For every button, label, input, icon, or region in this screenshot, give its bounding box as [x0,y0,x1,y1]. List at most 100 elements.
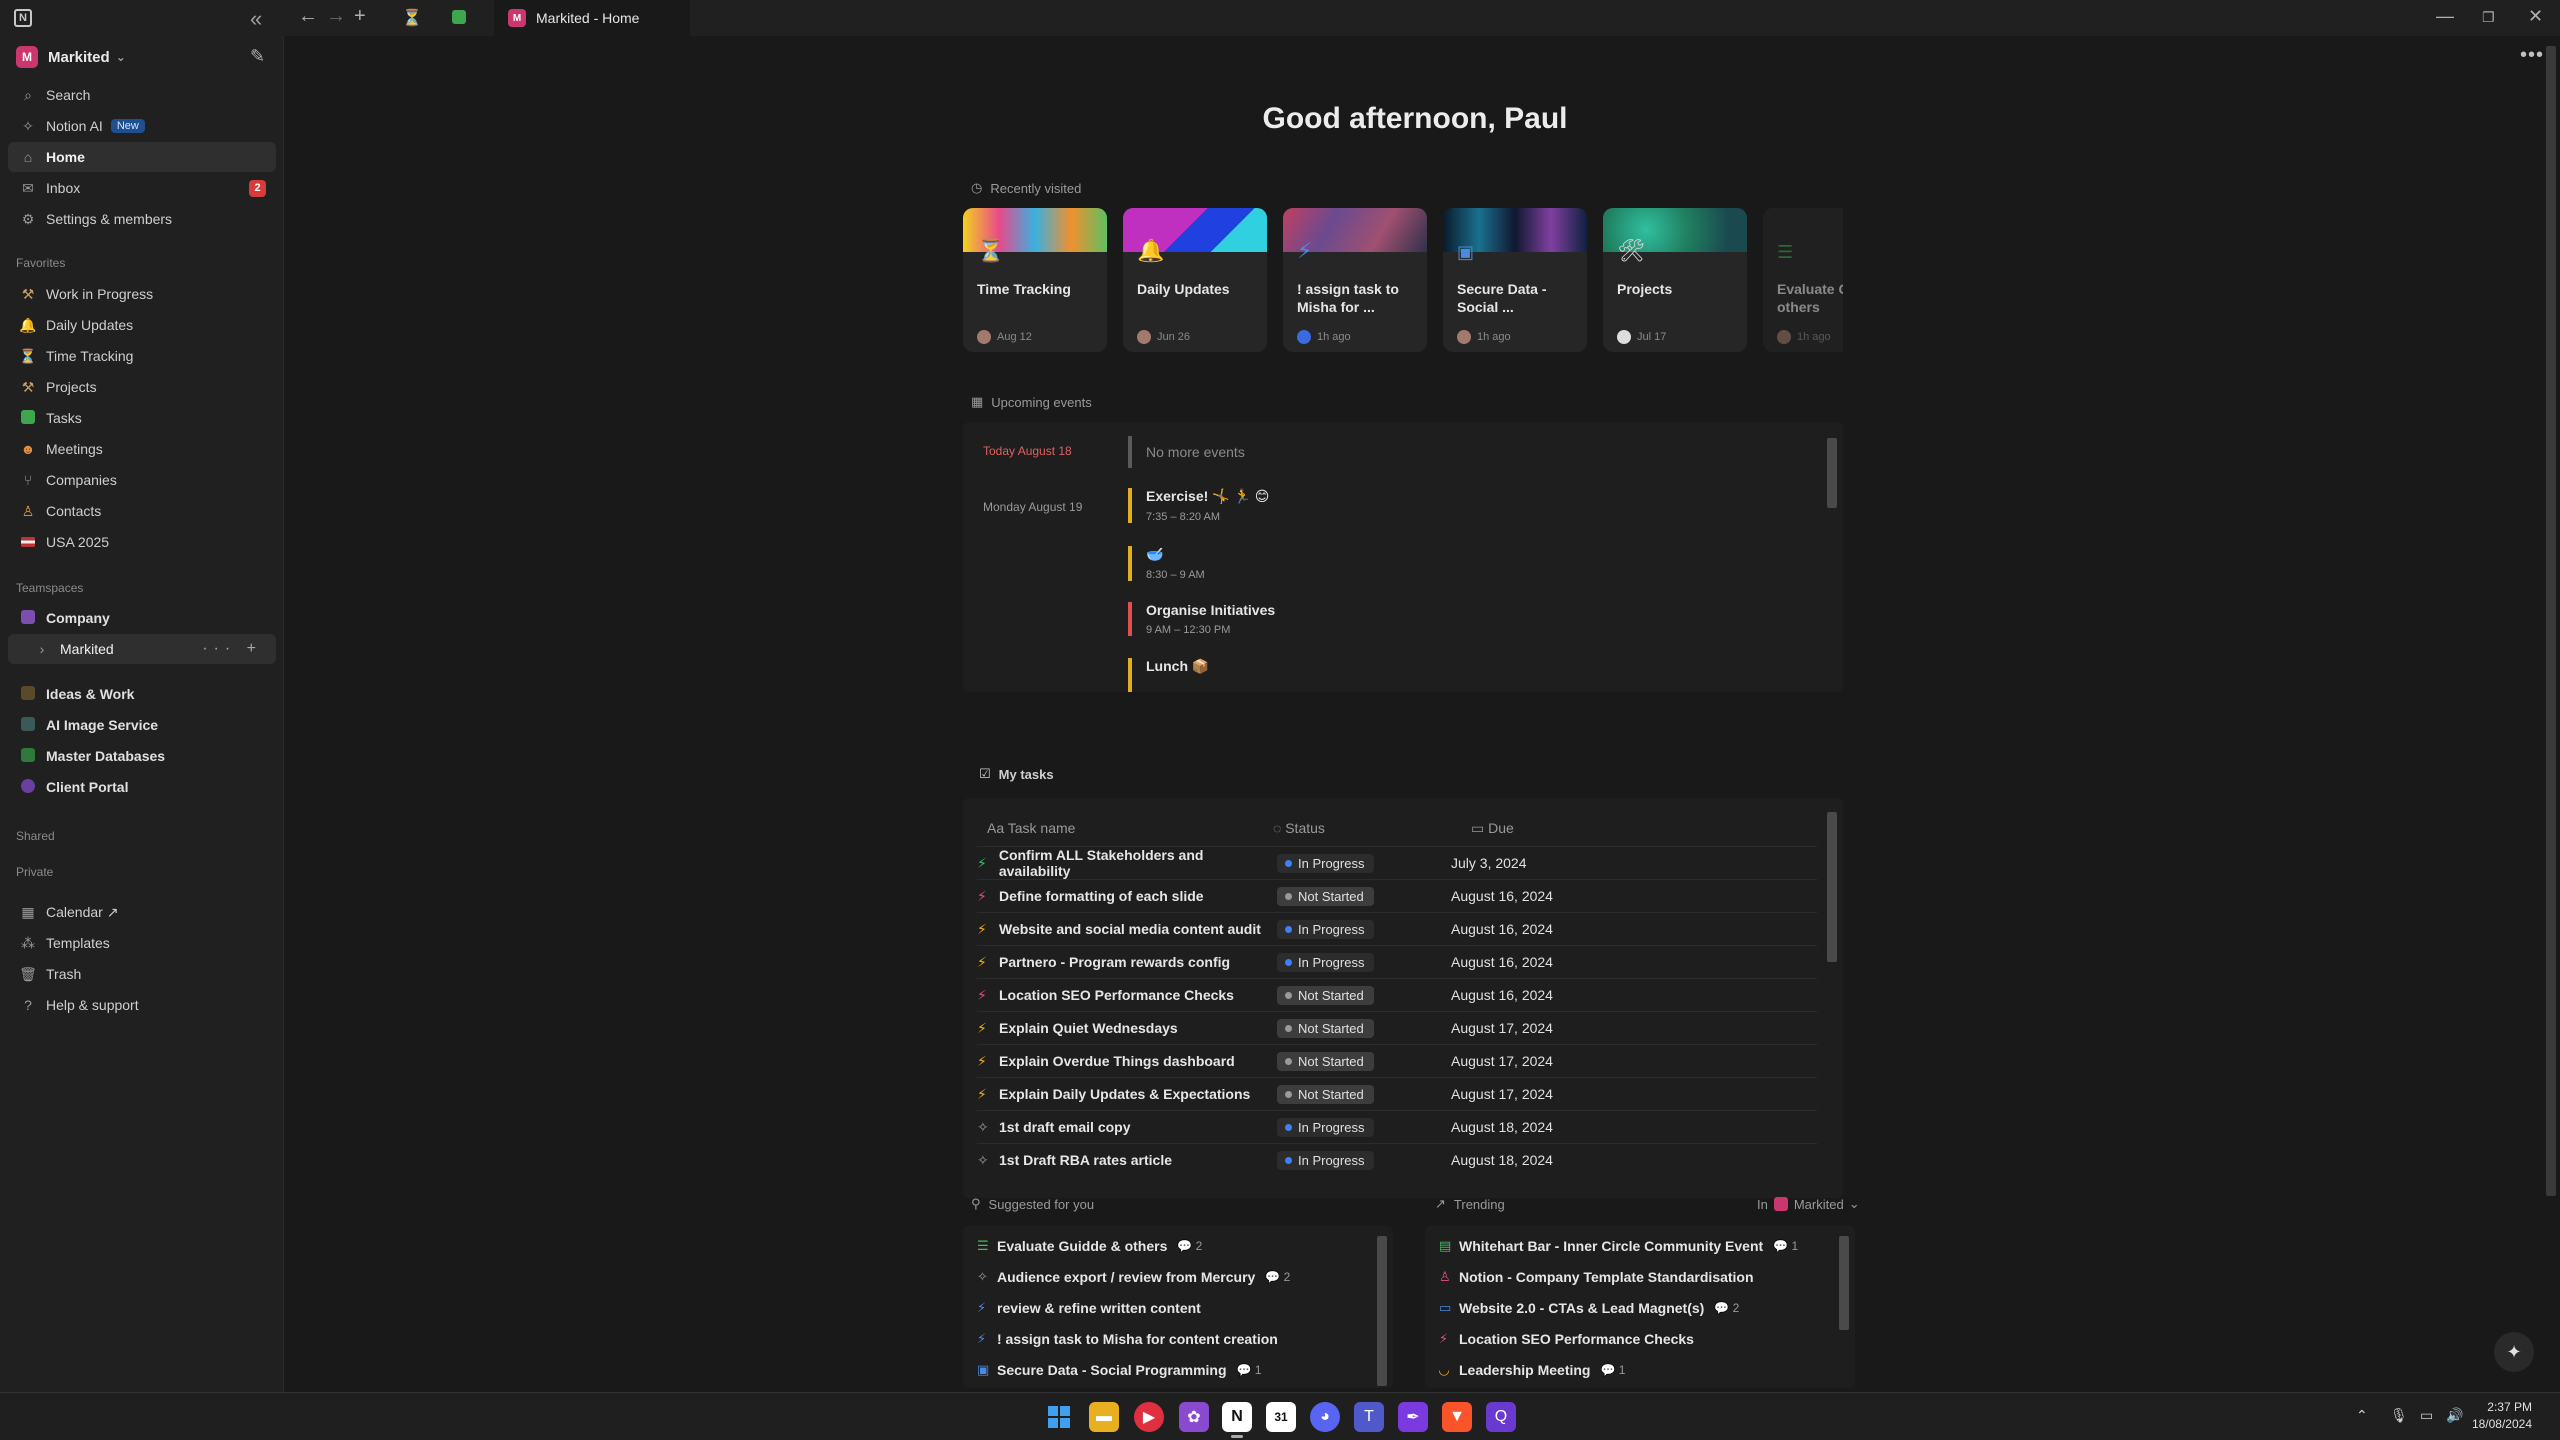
sidebar-item-settings[interactable]: ⚙ Settings & members [8,204,276,234]
notion-taskbar-icon[interactable]: N [1222,1402,1252,1438]
workspace-switcher[interactable]: M Markited ⌄ [16,46,126,68]
list-item[interactable]: ▭ Website 2.0 - CTAs & Lead Magnet(s) 💬 2 [1439,1300,1739,1316]
list-item[interactable]: ▤ Whitehart Bar - Inner Circle Community … [1439,1238,1798,1254]
list-item[interactable]: ☰ Evaluate Guidde & others 💬 2 [977,1238,1202,1254]
brave-browser-icon[interactable]: ▼ [1442,1402,1472,1432]
status-badge[interactable]: Not Started [1277,1084,1374,1104]
sidebar-item-ai-image-service[interactable]: AI Image Service [8,710,276,740]
sidebar-item-search[interactable]: ⌕ Search [8,80,276,110]
table-row[interactable]: ⚡ Define formatting of each slide Not Star… [977,879,1817,912]
list-item[interactable]: ♙ Notion - Company Template Standardisati… [1439,1269,1754,1285]
discord-icon[interactable]: ◕ [1310,1402,1340,1432]
sidebar-item-tasks[interactable]: Tasks [8,403,276,433]
volume-icon[interactable]: 🔊 [2446,1407,2463,1424]
table-row[interactable]: ⚡ Confirm ALL Stakeholders and availabili… [977,846,1817,879]
recent-card-evaluate[interactable]: ☰ Evaluate Gui... & others 1h ago [1763,208,1843,352]
page-scrollbar[interactable] [2546,46,2556,1196]
sidebar-item-companies[interactable]: ⑂ Companies [8,465,276,495]
status-badge[interactable]: Not Started [1277,985,1374,1005]
trending-scrollbar[interactable] [1839,1236,1849,1330]
list-item[interactable]: ✧ Audience export / review from Mercury 💬 … [977,1269,1290,1285]
status-badge[interactable]: Not Started [1277,1051,1374,1071]
more-options-icon[interactable]: ••• [2520,44,2544,67]
notion-ai-fab-icon[interactable]: ✦ [2494,1332,2534,1372]
sidebar-item-projects[interactable]: ⚒ Projects [8,372,276,402]
sidebar-item-master-databases[interactable]: Master Databases [8,741,276,771]
collapse-sidebar-icon[interactable]: « [250,6,262,32]
column-header-due[interactable]: ▭ Due [1471,820,1514,837]
tray-chevron-up-icon[interactable]: ⌃ [2356,1407,2368,1424]
media-player-icon[interactable]: ▶ [1134,1402,1164,1432]
calendar-app-icon[interactable]: 31 [1266,1402,1296,1432]
task-due-date[interactable]: August 17, 2024 [1451,1053,1553,1069]
table-row[interactable]: ⚡ Partnero - Program rewards config In Pro… [977,945,1817,978]
sidebar-item-help[interactable]: ? Help & support [8,990,276,1020]
recent-card-time-tracking[interactable]: ⏳ Time Tracking Aug 12 [963,208,1107,352]
task-name[interactable]: ✧ 1st Draft RBA rates article [977,1152,1277,1169]
task-name[interactable]: ✧ 1st draft email copy [977,1119,1277,1136]
status-badge[interactable]: Not Started [1277,1018,1374,1038]
event-item[interactable]: Exercise! 🤸 🏃 😊 7:35 – 8:20 AM [1128,488,1269,523]
trending-scope-selector[interactable]: In Markited ⌄ [1757,1196,1860,1212]
list-item[interactable]: ⚡ ! assign task to Misha for content crea… [977,1331,1278,1347]
list-item[interactable]: ⚡ review & refine written content [977,1300,1201,1316]
search-app-icon[interactable]: Q [1486,1402,1516,1432]
table-row[interactable]: ✧ 1st draft email copy In Progress August 1… [977,1110,1817,1143]
sidebar-item-client-portal[interactable]: Client Portal [8,772,276,802]
task-due-date[interactable]: August 16, 2024 [1451,921,1553,937]
task-name[interactable]: ⚡ Explain Overdue Things dashboard [977,1053,1277,1070]
event-item[interactable]: Organise Initiatives 9 AM – 12:30 PM [1128,602,1275,636]
notion-logo-icon[interactable]: N [14,9,32,27]
minimize-icon[interactable]: — [2436,6,2454,27]
task-due-date[interactable]: August 16, 2024 [1451,987,1553,1003]
list-item[interactable]: ⚡ Location SEO Performance Checks [1439,1331,1694,1347]
sidebar-item-calendar[interactable]: ▦ Calendar ↗ [8,897,276,927]
microphone-icon[interactable]: 🎙 [2390,1407,2408,1424]
task-due-date[interactable]: July 3, 2024 [1451,855,1527,871]
suggested-scrollbar[interactable] [1377,1236,1387,1386]
task-due-date[interactable]: August 18, 2024 [1451,1152,1553,1168]
task-due-date[interactable]: August 16, 2024 [1451,954,1553,970]
checkbox-tab-icon[interactable] [452,7,466,30]
task-due-date[interactable]: August 18, 2024 [1451,1119,1553,1135]
sidebar-item-usa-2025[interactable]: USA 2025 [8,527,276,557]
task-name[interactable]: ⚡ Confirm ALL Stakeholders and availabili… [977,847,1277,879]
list-item[interactable]: ◡ Leadership Meeting 💬 1 [1439,1362,1625,1378]
sidebar-item-home[interactable]: ⌂ Home [8,142,276,172]
sidebar-item-time-tracking[interactable]: ⏳ Time Tracking [8,341,276,371]
table-row[interactable]: ⚡ Website and social media content audit I… [977,912,1817,945]
more-actions-icon[interactable]: ··· + [202,640,262,658]
sidebar-item-notion-ai[interactable]: ✧ Notion AI New [8,111,276,141]
status-badge[interactable]: Not Started [1277,886,1374,906]
events-scrollbar[interactable] [1827,438,1837,508]
recent-card-daily-updates[interactable]: 🔔 Daily Updates Jun 26 [1123,208,1267,352]
sidebar-item-meetings[interactable]: ☻ Meetings [8,434,276,464]
new-page-icon[interactable]: ✎ [250,46,265,67]
sidebar-item-work-in-progress[interactable]: ⚒ Work in Progress [8,279,276,309]
task-name[interactable]: ⚡ Partnero - Program rewards config [977,954,1277,971]
restore-icon[interactable]: ❐ [2482,9,2495,26]
status-badge[interactable]: In Progress [1277,1117,1375,1137]
network-icon[interactable]: ▭ [2420,1407,2433,1424]
windows-start-icon[interactable] [1044,1402,1074,1432]
sidebar-item-ideas-work[interactable]: Ideas & Work [8,679,276,709]
new-tab-icon[interactable]: + [354,5,366,28]
task-name[interactable]: ⚡ Explain Daily Updates & Expectations [977,1086,1277,1103]
table-row[interactable]: ⚡ Explain Daily Updates & Expectations Not… [977,1077,1817,1110]
hourglass-tab-icon[interactable]: ⏳ [402,8,422,28]
recent-card-assign-task[interactable]: ⚡ ! assign task to Misha for ... 1h ago [1283,208,1427,352]
task-due-date[interactable]: August 17, 2024 [1451,1086,1553,1102]
event-item[interactable]: 🥣 8:30 – 9 AM [1128,546,1205,581]
status-badge[interactable]: In Progress [1277,919,1375,939]
sidebar-item-inbox[interactable]: ✉ Inbox 2 [8,173,276,203]
status-badge[interactable]: In Progress [1277,853,1375,873]
column-header-status[interactable]: ◌ Status [1273,820,1325,836]
table-row[interactable]: ⚡ Location SEO Performance Checks Not Star… [977,978,1817,1011]
sidebar-item-contacts[interactable]: ♙ Contacts [8,496,276,526]
teams-icon[interactable]: T [1354,1402,1384,1432]
sidebar-item-markited[interactable]: › Markited ··· + [8,634,276,664]
sidebar-item-daily-updates[interactable]: 🔔 Daily Updates [8,310,276,340]
event-item[interactable]: Lunch 📦 [1128,658,1209,692]
status-badge[interactable]: In Progress [1277,952,1375,972]
status-badge[interactable]: In Progress [1277,1150,1375,1170]
